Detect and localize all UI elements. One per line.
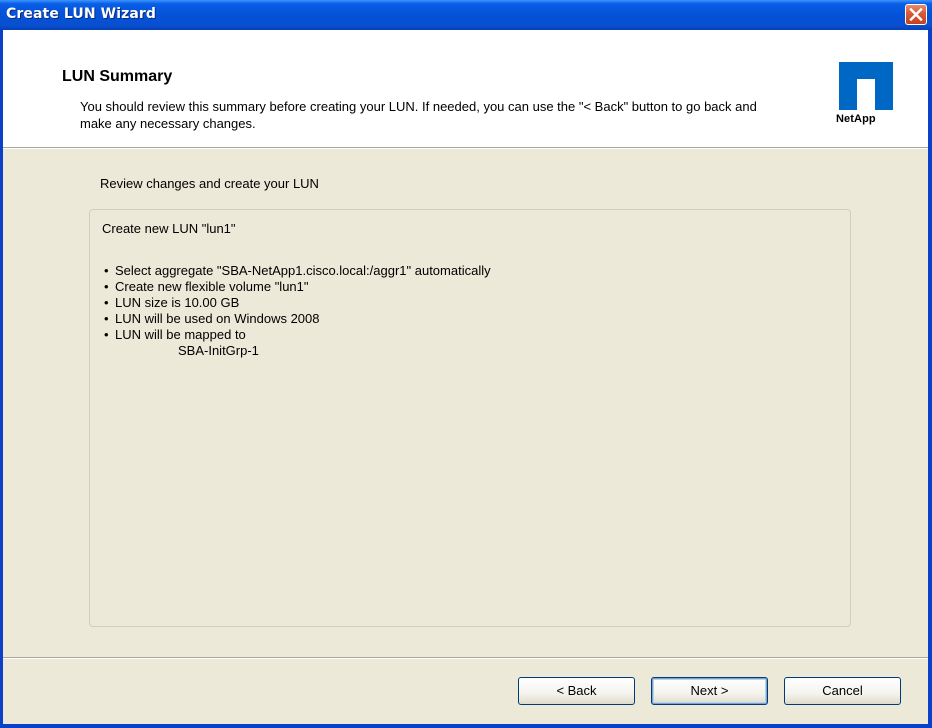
title-bar[interactable]: Create LUN Wizard — [0, 0, 932, 30]
mapped-initiator-group: SBA-InitGrp-1 — [178, 343, 259, 358]
list-item: • LUN will be mapped to SBA-InitGrp-1 — [102, 327, 491, 359]
summary-heading: Create new LUN "lun1" — [102, 221, 236, 236]
bullet-icon: • — [104, 263, 109, 278]
header-divider — [3, 147, 928, 149]
section-label: Review changes and create your LUN — [100, 176, 319, 191]
back-button[interactable]: < Back — [518, 677, 635, 705]
netapp-logo: NetApp — [836, 62, 908, 142]
bullet-icon: • — [104, 311, 109, 326]
window-title: Create LUN Wizard — [6, 6, 157, 22]
list-item: • LUN size is 10.00 GB — [104, 295, 240, 310]
close-icon — [909, 7, 923, 22]
next-button[interactable]: Next > — [651, 677, 768, 705]
page-title: LUN Summary — [62, 68, 173, 85]
footer-divider — [3, 657, 928, 659]
close-button[interactable] — [905, 4, 927, 25]
logo-text: NetApp — [836, 113, 876, 125]
summary-box: Create new LUN "lun1" • Select aggregate … — [89, 209, 851, 627]
page-description: You should review this summary before cr… — [80, 99, 757, 131]
bullet-icon: • — [104, 327, 109, 342]
cancel-button[interactable]: Cancel — [784, 677, 901, 705]
list-item: • Create new flexible volume "lun1" — [104, 279, 309, 294]
bullet-icon: • — [104, 295, 109, 310]
netapp-logo-icon — [839, 62, 893, 110]
summary-list: • Select aggregate "SBA-NetApp1.cisco.loc… — [102, 263, 491, 359]
list-item: • LUN will be used on Windows 2008 — [104, 311, 320, 326]
bullet-icon: • — [104, 279, 109, 294]
list-item: • Select aggregate "SBA-NetApp1.cisco.loc… — [104, 263, 491, 278]
